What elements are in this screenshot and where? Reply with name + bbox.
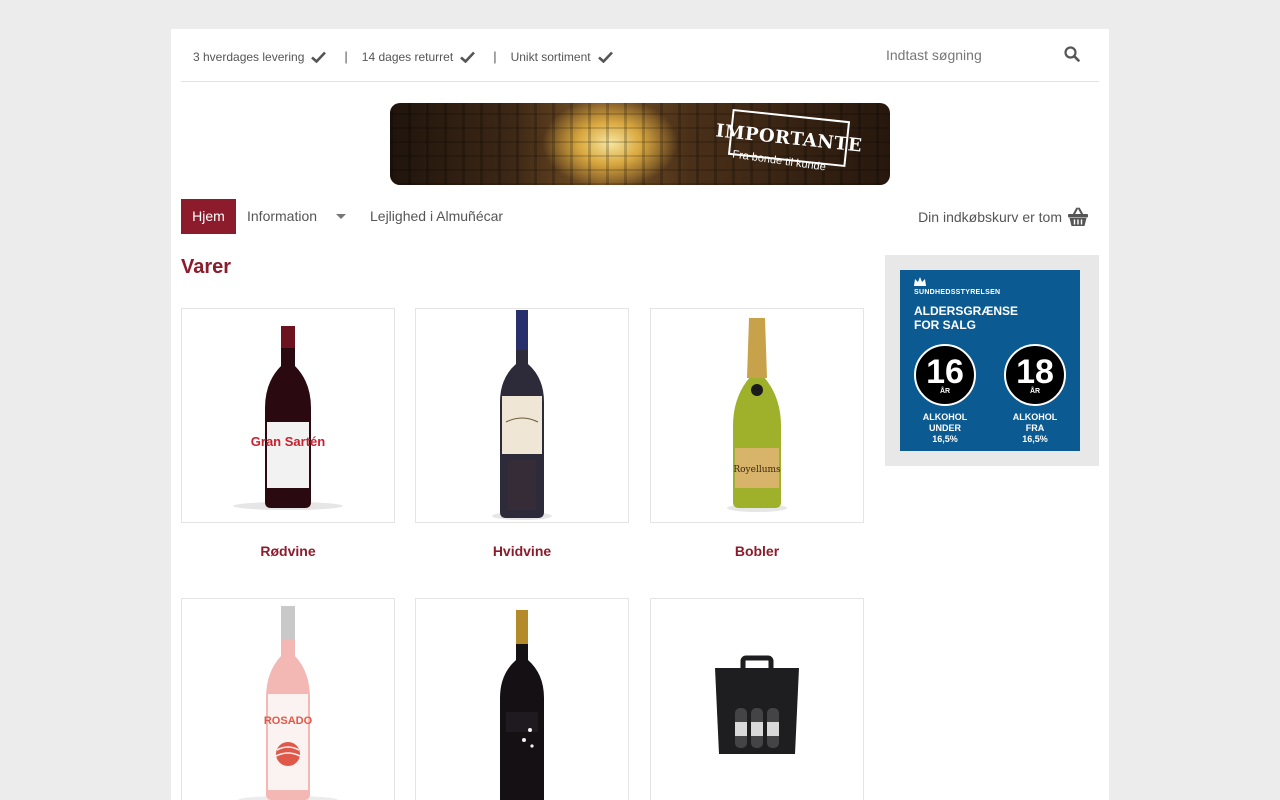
- age-16-badge: 16 ÅR: [914, 344, 976, 406]
- usp-delivery: 3 hverdages levering: [193, 49, 327, 64]
- red-wine-bottle-image: Gran Sartén: [233, 325, 343, 510]
- rose-wine-bottle-image: ROSADO: [238, 605, 338, 800]
- product-card-wine[interactable]: [415, 598, 629, 800]
- age-18-badge: 18 ÅR: [1004, 344, 1066, 406]
- bottle-label-text: ROSADO: [264, 715, 313, 727]
- product-image[interactable]: [415, 308, 629, 523]
- product-card-gift-box[interactable]: [650, 598, 864, 800]
- search-box: [886, 43, 1086, 67]
- age-number: 18: [1016, 352, 1054, 391]
- age-unit: ÅR: [1029, 387, 1041, 395]
- product-name[interactable]: Rødvine: [181, 543, 395, 559]
- search-input[interactable]: [886, 47, 1056, 63]
- search-icon[interactable]: [1064, 46, 1080, 62]
- crown-icon: [914, 277, 926, 286]
- product-card-sparkling[interactable]: Royellums Bobler: [650, 308, 864, 559]
- caption-line: 16,5%: [932, 434, 958, 444]
- caret-down-icon: [336, 214, 347, 219]
- caption-line: ALKOHOL: [1012, 412, 1058, 422]
- product-image[interactable]: Gran Sartén: [181, 308, 395, 523]
- check-icon: [597, 51, 613, 63]
- check-icon: [311, 51, 327, 63]
- store-banner[interactable]: IMPORTANTE Fra bonde til kunde: [390, 103, 890, 185]
- product-image[interactable]: [415, 598, 629, 800]
- usp-label: 14 dages returret: [361, 49, 454, 64]
- usp-list: 3 hverdages levering | 14 dages returret…: [193, 49, 613, 64]
- main-nav: Hjem Information Lejlighed i Almuñécar D…: [181, 199, 1099, 234]
- product-card-white-wine[interactable]: Hvidvine: [415, 308, 629, 559]
- usp-assortment: Unikt sortiment: [511, 50, 613, 64]
- age-16-caption: ALKOHOL UNDER 16,5%: [914, 412, 976, 445]
- product-image[interactable]: Royellums: [650, 308, 864, 523]
- cart-label: Din indkøbskurv er tom: [918, 208, 1062, 225]
- age-unit: ÅR: [939, 387, 951, 395]
- product-card-rose[interactable]: ROSADO: [181, 598, 395, 800]
- product-image[interactable]: ROSADO: [181, 598, 395, 800]
- age-banner-title: ALDERSGRÆNSE FOR SALG: [914, 304, 1018, 332]
- nav-item-label: Information: [247, 208, 318, 224]
- age-banner-title-line: FOR SALG: [914, 318, 976, 332]
- age-number: 16: [926, 352, 964, 391]
- usp-label: 3 hverdages levering: [193, 49, 305, 64]
- dark-wine-bottle-image: [500, 609, 544, 800]
- caption-line: UNDER: [928, 423, 961, 433]
- nav-item-home[interactable]: Hjem: [181, 199, 236, 234]
- sparkling-bottle-image: Royellums: [727, 317, 787, 512]
- nav-item-apartment[interactable]: Lejlighed i Almuñécar: [370, 199, 503, 234]
- bottle-label-text: Gran Sartén: [251, 434, 325, 449]
- cart-link[interactable]: Din indkøbskurv er tom: [918, 199, 1089, 234]
- age-banner-title-line: ALDERSGRÆNSE: [914, 304, 1019, 318]
- age-18-caption: ALKOHOL FRA 16,5%: [1004, 412, 1066, 445]
- usp-label: Unikt sortiment: [510, 49, 591, 64]
- bottle-label-text: Royellums: [733, 465, 781, 475]
- basket-icon: [1068, 207, 1088, 226]
- white-wine-bottle-image: [492, 309, 552, 520]
- product-image[interactable]: [650, 598, 864, 800]
- caption-line: FRA: [1025, 423, 1045, 433]
- product-name[interactable]: Hvidvine: [415, 543, 629, 559]
- check-icon: [460, 51, 476, 63]
- usp-returns: 14 dages returret: [361, 49, 476, 64]
- separator: |: [344, 49, 348, 64]
- age-limit-banner: SUNDHEDSSTYRELSEN ALDERSGRÆNSE FOR SALG …: [900, 270, 1080, 451]
- nav-item-information[interactable]: Information: [247, 199, 347, 234]
- page-title: Varer: [181, 256, 232, 278]
- caption-line: ALKOHOL: [922, 412, 968, 422]
- page-container: 3 hverdages levering | 14 dages returret…: [171, 29, 1109, 800]
- caption-line: 16,5%: [1022, 434, 1048, 444]
- separator: |: [493, 49, 497, 64]
- age-banner-org: SUNDHEDSSTYRELSEN: [914, 289, 1001, 296]
- sidebar: SUNDHEDSSTYRELSEN ALDERSGRÆNSE FOR SALG …: [885, 255, 1099, 466]
- top-bar: 3 hverdages levering | 14 dages returret…: [181, 29, 1099, 82]
- product-card-red-wine[interactable]: Gran Sartén Rødvine: [181, 308, 395, 559]
- gift-box-image: [715, 655, 799, 754]
- product-name[interactable]: Bobler: [650, 543, 864, 559]
